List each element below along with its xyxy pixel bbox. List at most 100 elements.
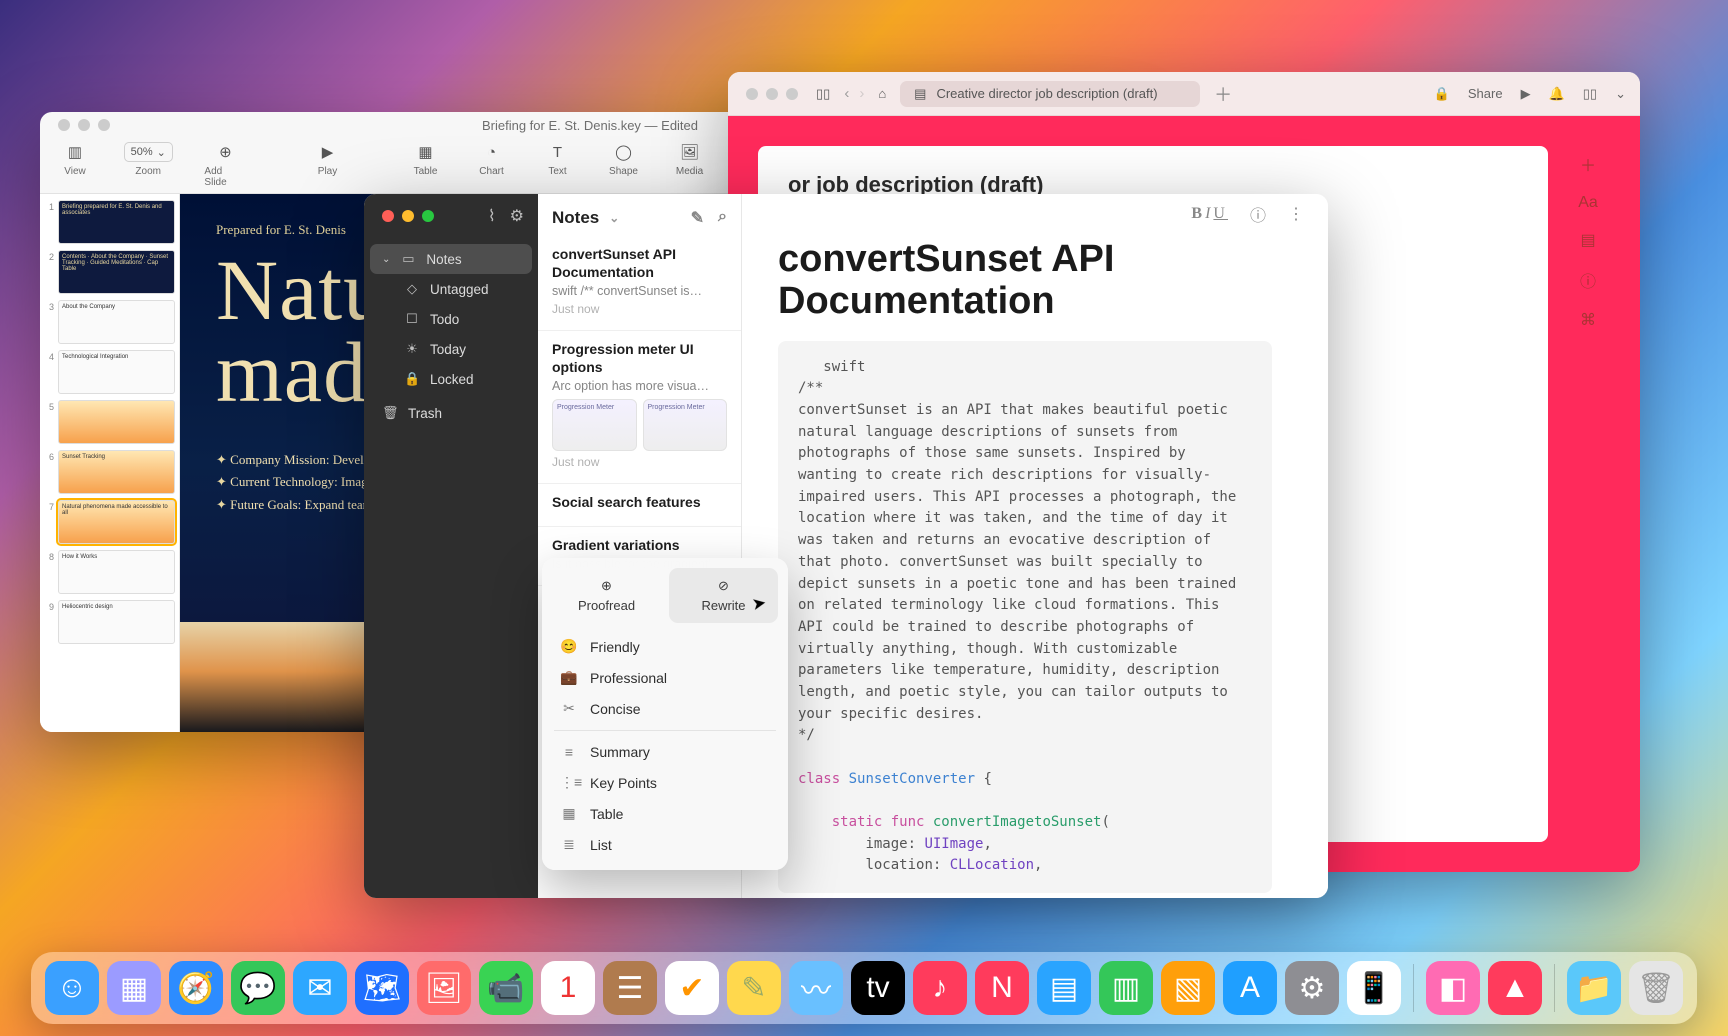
new-tab-button[interactable]: ＋ — [1214, 81, 1232, 107]
dock-app[interactable]: ▲ — [1488, 961, 1542, 1015]
folder-today[interactable]: ☀Today — [370, 334, 532, 364]
sidebar-toggle-icon[interactable]: ▯▯ — [816, 86, 830, 102]
dock-app[interactable]: ✎ — [727, 961, 781, 1015]
info-icon[interactable]: ⓘ — [1580, 268, 1596, 292]
doc-icon: ▤ — [914, 86, 926, 102]
add-slide-button[interactable]: ⊕Add Slide — [204, 142, 246, 188]
info-icon[interactable]: ⓘ — [1250, 202, 1266, 226]
proofread-button[interactable]: ⊕ Proofread — [552, 568, 661, 623]
shape-button[interactable]: ◯Shape — [607, 142, 641, 177]
dock-app[interactable]: ☺ — [45, 961, 99, 1015]
dock-app[interactable]: ♪ — [913, 961, 967, 1015]
dock-app[interactable]: ▦ — [107, 961, 161, 1015]
dock-app[interactable]: 📹 — [479, 961, 533, 1015]
settings-icon[interactable]: ⚙ — [510, 206, 524, 226]
present-icon[interactable]: ▶ — [1521, 86, 1531, 102]
chart-button[interactable]: ◔Chart — [475, 142, 509, 177]
compose-icon[interactable]: ✎ — [691, 208, 704, 228]
tool-icon: ≣ — [560, 836, 578, 853]
table-button[interactable]: ▦Table — [409, 142, 443, 177]
slide-thumb[interactable]: 6Sunset Tracking — [44, 450, 175, 494]
share-label[interactable]: Share — [1468, 86, 1503, 101]
dock-app[interactable]: 💬 — [231, 961, 285, 1015]
dock-app[interactable]: ▥ — [1099, 961, 1153, 1015]
home-icon[interactable]: ⌂ — [878, 86, 886, 101]
text-style-icon[interactable]: Aa — [1578, 194, 1598, 212]
dock-app[interactable]: N — [975, 961, 1029, 1015]
dock-app[interactable]: tv — [851, 961, 905, 1015]
dock-app[interactable]: ☰ — [603, 961, 657, 1015]
brush-icon[interactable]: ⌇ — [488, 206, 496, 226]
writing-tool-professional[interactable]: 💼Professional — [552, 662, 778, 693]
notes-window: ⌇ ⚙ ⌄ ▭ Notes ◇Untagged☐Todo☀Today🔒Locke… — [364, 194, 1328, 898]
keynote-traffic-lights[interactable] — [54, 119, 114, 131]
back-button[interactable]: ‹ — [844, 85, 849, 102]
view-button[interactable]: ▥View — [58, 142, 92, 177]
writing-tool-list[interactable]: ≣List — [552, 829, 778, 860]
text-button[interactable]: TText — [541, 142, 575, 177]
dock-app[interactable]: 🧭 — [169, 961, 223, 1015]
folder-untagged[interactable]: ◇Untagged — [370, 274, 532, 304]
folder-todo[interactable]: ☐Todo — [370, 304, 532, 334]
dock-app[interactable]: ✉ — [293, 961, 347, 1015]
dock-app[interactable]: ▧ — [1161, 961, 1215, 1015]
note-card[interactable]: Progression meter UI optionsArc option h… — [538, 331, 741, 484]
writing-tool-key-points[interactable]: ⋮≡Key Points — [552, 767, 778, 798]
pages-traffic-lights[interactable] — [742, 88, 802, 100]
dock-app[interactable]: 1 — [541, 961, 595, 1015]
dock-app[interactable]: 🗑 — [1629, 961, 1683, 1015]
slide-navigator[interactable]: 1Briefing prepared for E. St. Denis and … — [40, 194, 180, 732]
zoom-button[interactable]: 50%⌄Zoom — [124, 142, 172, 177]
note-card[interactable]: Social search features — [538, 484, 741, 527]
dock-app[interactable]: ◧ — [1426, 961, 1480, 1015]
dock-app[interactable]: 〰 — [789, 961, 843, 1015]
dock-app[interactable]: 🗺 — [355, 961, 409, 1015]
dock-app[interactable]: A — [1223, 961, 1277, 1015]
notes-traffic-lights[interactable] — [378, 210, 438, 222]
format-biu[interactable]: BIU — [1191, 205, 1228, 223]
notifications-icon[interactable]: 🔔 — [1549, 86, 1565, 102]
writing-tool-concise[interactable]: ✂Concise — [552, 693, 778, 724]
folder-locked[interactable]: 🔒Locked — [370, 364, 532, 394]
add-icon[interactable]: ＋ — [1580, 152, 1596, 176]
writing-tool-friendly[interactable]: 😊Friendly — [552, 631, 778, 662]
magnify-icon: ⊕ — [601, 578, 612, 594]
dock[interactable]: ☺▦🧭💬✉🗺🖼📹1☰✔✎〰tv♪N▤▥▧A⚙📱 ◧▲ 📁🗑 — [31, 952, 1697, 1024]
dock-app[interactable]: ⚙ — [1285, 961, 1339, 1015]
tag-icon: ◇ — [404, 281, 420, 297]
panel-icon[interactable]: ▤ — [1580, 230, 1595, 250]
slide-thumb[interactable]: 8How it Works — [44, 550, 175, 594]
note-title[interactable]: convertSunset API Documentation — [778, 239, 1272, 323]
folder-icon: ▭ — [400, 251, 416, 267]
chevron-down-icon[interactable]: ⌄ — [609, 211, 619, 225]
dock-app[interactable]: ▤ — [1037, 961, 1091, 1015]
dock-app[interactable]: ✔ — [665, 961, 719, 1015]
slide-thumb[interactable]: 2Contents · About the Company · Sunset T… — [44, 250, 175, 294]
slide-thumb[interactable]: 7Natural phenomena made accessible to al… — [44, 500, 175, 544]
more-icon[interactable]: ⋮ — [1288, 204, 1304, 224]
browser-tab[interactable]: ▤ Creative director job description (dra… — [900, 81, 1200, 107]
code-block[interactable]: swift /** convertSunset is an API that m… — [778, 341, 1272, 894]
layout-icon[interactable]: ▯▯ — [1583, 86, 1597, 102]
writing-tool-table[interactable]: ▦Table — [552, 798, 778, 829]
shortcuts-icon[interactable]: ⌘ — [1580, 310, 1596, 330]
chevron-down-icon: ⌄ — [382, 254, 390, 265]
chart-icon: ◔ — [487, 142, 496, 162]
forward-button[interactable]: › — [859, 85, 864, 102]
note-card[interactable]: convertSunset API Documentationswift /**… — [538, 236, 741, 331]
writing-tool-summary[interactable]: ≡Summary — [552, 737, 778, 767]
slide-thumb[interactable]: 3About the Company — [44, 300, 175, 344]
search-icon[interactable]: ⌕ — [718, 208, 727, 228]
folder-notes[interactable]: ⌄ ▭ Notes — [370, 244, 532, 274]
slide-thumb[interactable]: 9Heliocentric design — [44, 600, 175, 644]
dock-app[interactable]: 🖼 — [417, 961, 471, 1015]
chevron-down-icon[interactable]: ⌄ — [1615, 86, 1626, 102]
media-button[interactable]: 🖼Media — [673, 142, 707, 177]
slide-thumb[interactable]: 1Briefing prepared for E. St. Denis and … — [44, 200, 175, 244]
slide-thumb[interactable]: 4Technological Integration — [44, 350, 175, 394]
slide-thumb[interactable]: 5 — [44, 400, 175, 444]
folder-trash[interactable]: 🗑 Trash — [370, 398, 532, 428]
play-button[interactable]: ▶Play — [311, 142, 345, 177]
dock-app[interactable]: 📁 — [1567, 961, 1621, 1015]
dock-app[interactable]: 📱 — [1347, 961, 1401, 1015]
